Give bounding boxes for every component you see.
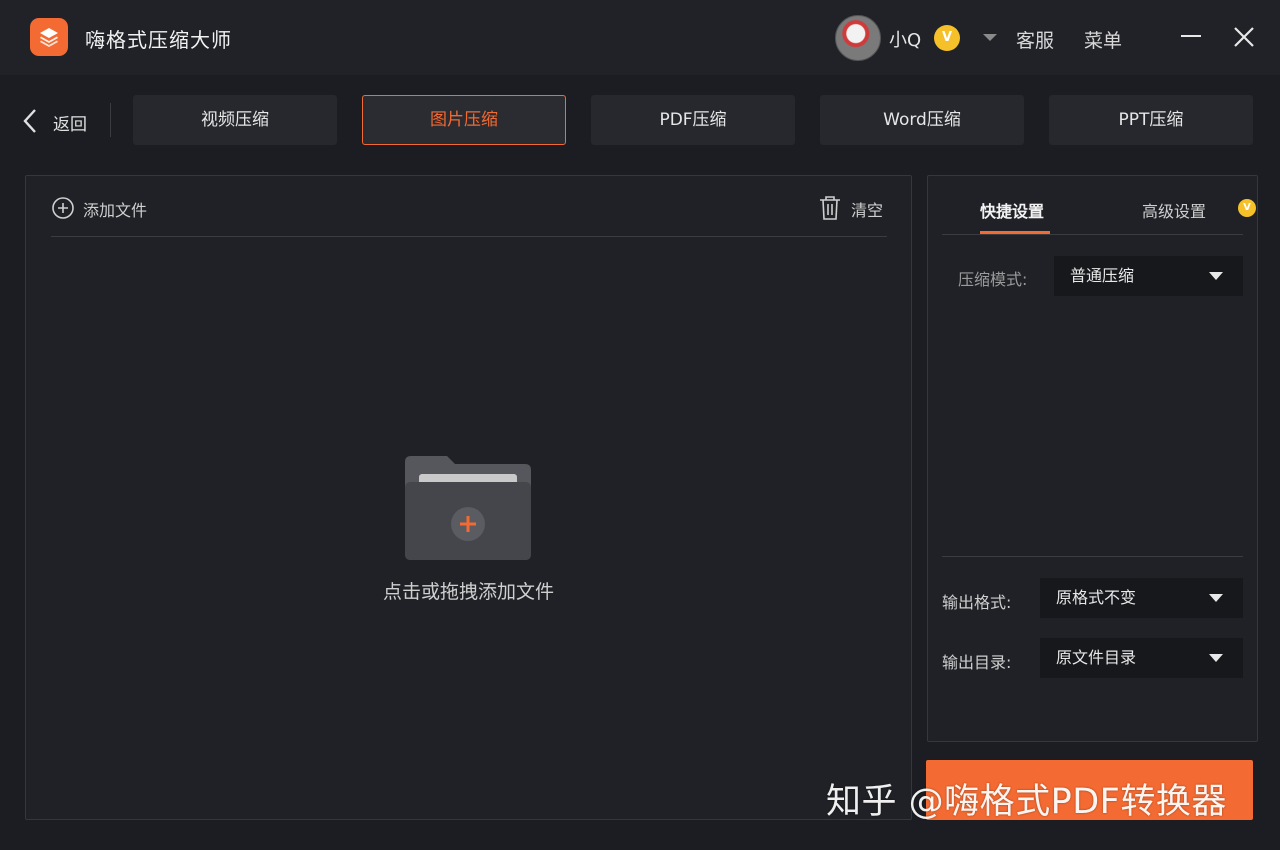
title-bar: 嗨格式压缩大师 小Q V 客服 菜单: [0, 0, 1280, 75]
minimize-icon[interactable]: [1181, 35, 1201, 37]
settings-divider: [942, 234, 1243, 235]
username[interactable]: 小Q: [889, 26, 921, 52]
tab-ppt-compress[interactable]: PPT压缩: [1049, 95, 1253, 145]
vip-badge-icon: V: [934, 25, 960, 51]
output-format-value: 原格式不变: [1056, 588, 1137, 607]
compress-mode-select[interactable]: 普通压缩: [1054, 256, 1243, 296]
chevron-down-icon: [1209, 272, 1223, 280]
tab-advanced-settings[interactable]: 高级设置: [1142, 198, 1206, 222]
user-dropdown-icon[interactable]: [983, 34, 997, 41]
output-format-select[interactable]: 原格式不变: [1040, 578, 1243, 618]
clear-label: 清空: [851, 201, 884, 220]
output-dir-value: 原文件目录: [1056, 648, 1137, 667]
chevron-left-icon: [23, 109, 36, 133]
tab-word-compress[interactable]: Word压缩: [820, 95, 1024, 145]
menu-button[interactable]: 菜单: [1084, 26, 1122, 53]
close-icon[interactable]: [1232, 25, 1256, 49]
back-label: 返回: [53, 115, 87, 135]
settings-divider: [942, 556, 1243, 557]
compress-mode-value: 普通压缩: [1070, 266, 1135, 285]
folder-add-icon[interactable]: [403, 454, 533, 562]
chevron-down-icon: [1209, 654, 1223, 662]
tab-image-compress[interactable]: 图片压缩: [362, 95, 566, 145]
vip-badge-icon: V: [1238, 199, 1256, 217]
file-panel-divider: [51, 236, 887, 237]
tab-divider: [110, 103, 111, 137]
app-title: 嗨格式压缩大师: [85, 28, 232, 52]
add-file-label: 添加文件: [83, 201, 148, 220]
compress-mode-label: 压缩模式:: [958, 270, 1028, 289]
drop-hint: 点击或拖拽添加文件: [382, 581, 554, 603]
customer-service-button[interactable]: 客服: [1016, 26, 1054, 53]
tab-pdf-compress[interactable]: PDF压缩: [591, 95, 795, 145]
trash-icon: [820, 196, 840, 220]
file-list-panel[interactable]: 添加文件 清空 点击或拖拽添加文件: [25, 175, 912, 820]
plus-circle-icon: [52, 197, 74, 219]
watermark: 知乎 @嗨格式PDF转换器: [826, 782, 1227, 822]
tab-quick-settings[interactable]: 快捷设置: [980, 198, 1044, 222]
tab-video-compress[interactable]: 视频压缩: [133, 95, 337, 145]
output-format-label: 输出格式:: [942, 593, 1012, 612]
output-dir-select[interactable]: 原文件目录: [1040, 638, 1243, 678]
settings-panel: 快捷设置 高级设置 V 压缩模式: 普通压缩 输出格式: 原格式不变 输出目录:…: [927, 175, 1258, 742]
app-logo-icon: [30, 18, 68, 56]
chevron-down-icon: [1209, 594, 1223, 602]
output-dir-label: 输出目录:: [942, 653, 1012, 672]
user-avatar[interactable]: [835, 15, 881, 61]
